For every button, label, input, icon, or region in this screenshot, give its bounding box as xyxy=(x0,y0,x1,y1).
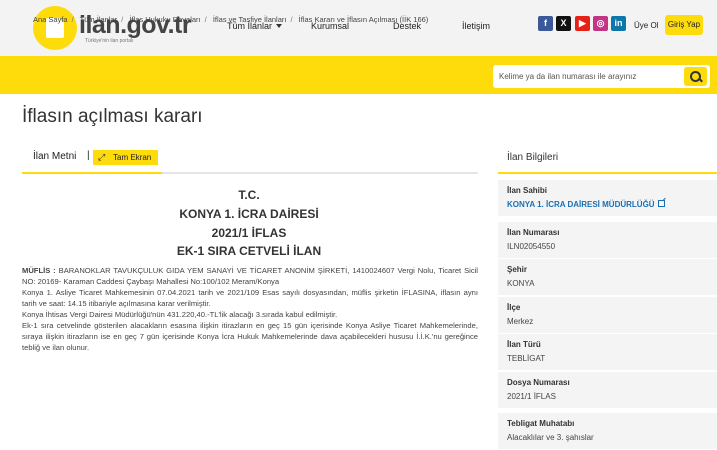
listing-owner-link[interactable]: KONYA 1. İCRA DAİRESİ MÜDÜRLÜĞÜ xyxy=(507,200,665,209)
info-city: Şehir KONYA xyxy=(498,259,717,295)
nav-contact[interactable]: İletişim xyxy=(462,21,490,31)
caret-down-icon xyxy=(276,24,283,28)
fullscreen-button[interactable]: ⤢ Tam Ekran xyxy=(93,150,158,165)
breadcrumb-item[interactable]: İflas ve Tasfiye İlanları xyxy=(213,15,287,24)
breadcrumb-item[interactable]: İflas Kararı ve İflasın Açılması (İİK 16… xyxy=(299,15,429,24)
instagram-icon[interactable]: ◎ xyxy=(593,16,608,31)
site-logo[interactable]: ilan.gov.tr Türkiye'nin ilan portalı xyxy=(33,6,192,50)
info-listing-number: İlan Numarası ILN02054550 xyxy=(498,222,717,258)
x-twitter-icon[interactable]: X xyxy=(556,16,571,31)
external-link-icon xyxy=(657,200,665,207)
info-listing-owner: İlan Sahibi KONYA 1. İCRA DAİRESİ MÜDÜRL… xyxy=(498,180,717,216)
doc-heading: 2021/1 İFLAS xyxy=(211,226,287,240)
logo-tagline: Türkiye'nin ilan portalı xyxy=(85,37,134,44)
doc-paragraph: MÜFLİS : BARANOKLAR TAVUKÇULUK GIDA YEM … xyxy=(22,266,478,286)
youtube-icon[interactable]: ▶ xyxy=(575,16,590,31)
sidebar-title: İlan Bilgileri xyxy=(507,152,559,163)
breadcrumb-item[interactable]: İflas Hukuku Davaları xyxy=(129,15,200,24)
logo-icon xyxy=(33,6,77,50)
doc-heading: KONYA 1. İCRA DAİRESİ xyxy=(179,207,319,221)
login-button[interactable]: Giriş Yap xyxy=(665,15,703,35)
doc-heading: T.C. xyxy=(238,188,260,202)
bankrupt-label: MÜFLİS : xyxy=(22,266,56,275)
info-notification-recipient: Tebligat Muhatabı Alacaklılar ve 3. şahı… xyxy=(498,413,717,449)
tab-separator: | xyxy=(87,150,90,161)
expand-icon: ⤢ xyxy=(98,152,106,162)
doc-paragraph: Konya İhtisas Vergi Dairesi Müdürlüğü'nü… xyxy=(22,310,338,319)
doc-paragraph: Ek-1 sıra cetvelinde gösterilen alacakla… xyxy=(22,321,478,352)
breadcrumb-item[interactable]: Tüm İlanlar xyxy=(80,15,118,24)
doc-paragraph: Konya 1. Asliye Ticaret Mahkemesinin 07.… xyxy=(22,288,478,308)
signup-link[interactable]: Üye Ol xyxy=(634,21,658,30)
page-title: İflasın açılması kararı xyxy=(22,106,203,127)
facebook-icon[interactable]: f xyxy=(538,16,553,31)
doc-heading: EK-1 SIRA CETVELİ İLAN xyxy=(176,244,322,258)
breadcrumb: Ana Sayfa / Tüm İlanlar / İflas Hukuku Dav… xyxy=(33,15,429,24)
info-file-number: Dosya Numarası 2021/1 İFLAS xyxy=(498,372,717,408)
sidebar-underline xyxy=(498,172,717,174)
doc-body: MÜFLİS : BARANOKLAR TAVUKÇULUK GIDA YEM … xyxy=(22,265,478,353)
search-input[interactable] xyxy=(499,69,679,84)
search-icon[interactable] xyxy=(684,67,707,86)
tab-active-indicator xyxy=(22,172,162,174)
tab-listing-text[interactable]: İlan Metni xyxy=(33,151,76,162)
info-district: İlçe Merkez xyxy=(498,297,717,333)
info-listing-type: İlan Türü TEBLİGAT xyxy=(498,334,717,370)
breadcrumb-item[interactable]: Ana Sayfa xyxy=(33,15,68,24)
linkedin-icon[interactable]: in xyxy=(611,16,626,31)
